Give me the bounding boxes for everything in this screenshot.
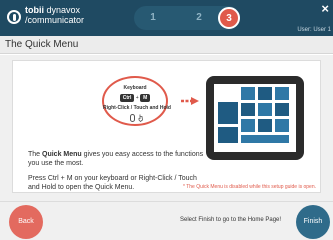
guide-card: Keyboard Ctrl + M Right-Click / Touch an…: [12, 60, 321, 193]
preview-tile: [241, 103, 255, 116]
preview-tile: [275, 103, 289, 116]
tablet-icon: [206, 76, 304, 160]
ctrl-key: Ctrl: [119, 94, 135, 102]
page-title: The Quick Menu: [5, 39, 79, 50]
preview-tile: [258, 87, 272, 100]
brand-name-bold: tobii: [25, 5, 44, 15]
desc-bold: Quick Menu: [42, 151, 82, 158]
step-indicator: 1 2 3: [134, 6, 262, 30]
desc-pre: The: [28, 151, 43, 158]
shortcut-keys: Ctrl + M: [104, 94, 166, 102]
preview-tile: [275, 87, 289, 100]
keyboard-label: Keyboard: [123, 85, 147, 91]
quick-menu-instructions: Press Ctrl + M on your keyboard or Right…: [28, 175, 197, 191]
preview-tile: [258, 103, 272, 116]
preview-tile: [258, 119, 272, 132]
m-key: M: [140, 94, 151, 102]
close-icon[interactable]: ×: [321, 2, 329, 16]
step-3-current: 3: [218, 7, 240, 29]
arrow-right-icon: [181, 97, 199, 105]
finish-button[interactable]: Finish: [296, 205, 330, 239]
footer-bar: Back Select Finish to go to the Home Pag…: [0, 201, 333, 240]
preview-tile: [218, 102, 238, 124]
footer-message: Select Finish to go to the Home Page!: [180, 217, 282, 223]
brand-product: /communicator: [25, 15, 85, 25]
preview-tile: [241, 119, 255, 132]
step-1: 1: [150, 12, 156, 23]
app-header: tobii dynavox /communicator 1 2 3 × User…: [0, 0, 333, 36]
key-plus: +: [135, 95, 139, 101]
step-2: 2: [196, 12, 202, 23]
preview-tile: [275, 119, 289, 132]
quick-menu-preview: [214, 84, 296, 152]
user-label: User: User 1: [297, 27, 331, 33]
right-click-label: Right-Click / Touch and Hold: [103, 105, 171, 111]
disabled-note: * The Quick Menu is disabled while this …: [182, 184, 316, 190]
hand-icon: [138, 114, 143, 122]
quick-menu-description: The Quick Menu gives you easy access to …: [28, 150, 208, 168]
mouse-icon: [130, 114, 135, 122]
tobii-logo-icon: [7, 10, 21, 24]
brand-name-rest: dynavox: [44, 5, 81, 15]
preview-tile: [241, 135, 289, 143]
preview-tile: [218, 127, 238, 143]
brand-logo: tobii dynavox /communicator: [25, 5, 84, 25]
preview-tile: [241, 87, 255, 100]
content-area: Keyboard Ctrl + M Right-Click / Touch an…: [0, 55, 333, 201]
shortcut-bubble: Keyboard Ctrl + M Right-Click / Touch an…: [102, 76, 171, 126]
page-title-bar: The Quick Menu: [0, 36, 333, 54]
back-button[interactable]: Back: [9, 205, 43, 239]
